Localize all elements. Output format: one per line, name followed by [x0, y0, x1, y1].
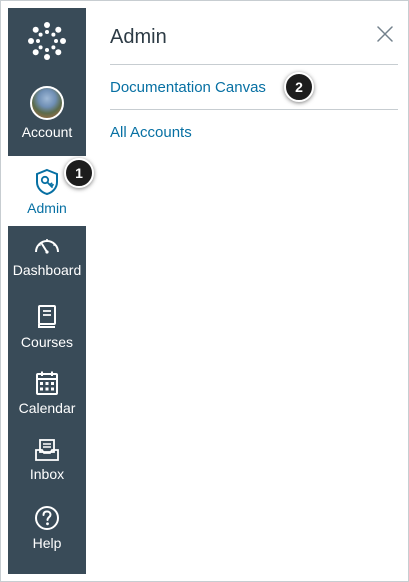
- nav-item-label: Help: [32, 535, 62, 551]
- account-link-documentation-canvas[interactable]: Documentation Canvas: [110, 79, 266, 97]
- nav-item-label: Dashboard: [12, 262, 82, 278]
- nav-item-dashboard[interactable]: Dashboard: [8, 234, 86, 296]
- divider: [110, 64, 398, 65]
- avatar: [30, 86, 64, 120]
- calendar-icon: [36, 371, 58, 395]
- nav-item-label: Inbox: [29, 466, 65, 482]
- canvas-logo-icon[interactable]: [8, 8, 86, 73]
- callout-badge-1: 1: [64, 158, 94, 188]
- nav-item-help[interactable]: Help: [8, 505, 86, 567]
- account-link-all-accounts[interactable]: All Accounts: [110, 124, 192, 142]
- nav-item-label: Courses: [20, 334, 74, 350]
- nav-item-calendar[interactable]: Calendar: [8, 370, 86, 432]
- dashboard-icon: [35, 239, 59, 254]
- callout-badge-2: 2: [284, 72, 314, 102]
- nav-item-account[interactable]: Account: [8, 86, 86, 156]
- nav-item-courses[interactable]: Courses: [8, 304, 86, 366]
- nav-item-label: Account: [21, 124, 73, 140]
- nav-item-label: Admin: [27, 200, 67, 216]
- help-icon: [35, 506, 59, 530]
- nav-item-label: Calendar: [18, 400, 76, 416]
- nav-item-inbox[interactable]: Inbox: [8, 438, 86, 500]
- global-navigation: Account Admin Dashboard Courses Calendar…: [8, 8, 86, 574]
- window-frame: Account Admin Dashboard Courses Calendar…: [0, 0, 409, 582]
- tray-title: Admin: [110, 26, 167, 48]
- admin-shield-icon: [36, 168, 58, 196]
- courses-icon: [38, 305, 56, 328]
- close-icon[interactable]: [376, 25, 394, 43]
- divider: [110, 109, 398, 110]
- inbox-icon: [35, 439, 59, 461]
